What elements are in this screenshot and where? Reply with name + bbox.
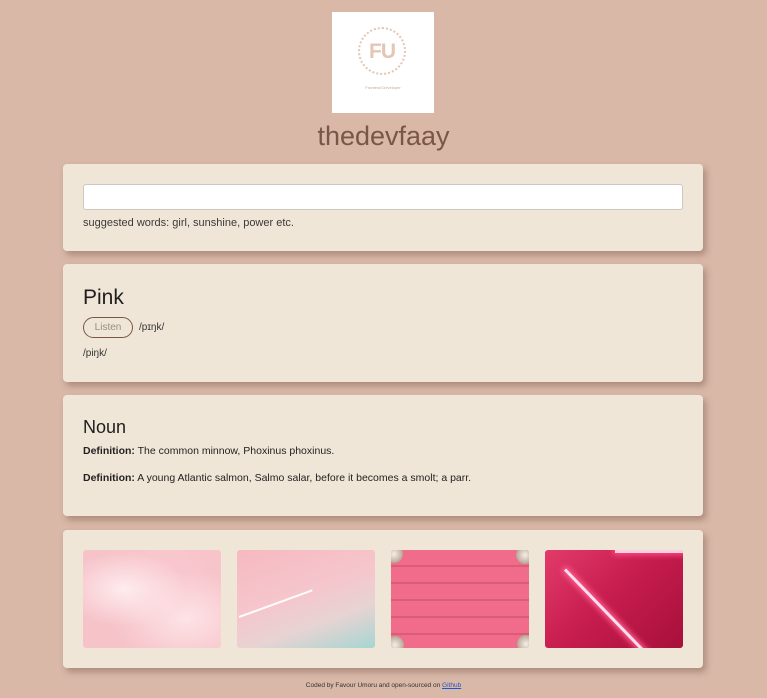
site-title: thedevfaay: [317, 121, 450, 151]
logo: FU Frontend Developer: [332, 12, 434, 113]
definition-label: Definition:: [83, 472, 135, 484]
definition-item: Definition: A young Atlantic salmon, Sal…: [83, 472, 471, 484]
definition-item: Definition: The common minnow, Phoxinus …: [83, 445, 334, 457]
logo-badge-icon: FU: [358, 27, 406, 75]
image-pink-neon[interactable]: [545, 550, 683, 648]
image-pink-sky-plane[interactable]: [237, 550, 375, 648]
image-pink-clouds[interactable]: [83, 550, 221, 648]
definition-text: A young Atlantic salmon, Salmo salar, be…: [137, 472, 472, 484]
logo-subtitle: Frontend Developer: [365, 85, 401, 90]
search-input[interactable]: [83, 184, 683, 210]
word-title: Pink: [83, 286, 124, 309]
image-pink-planks-flowers[interactable]: [391, 550, 529, 648]
word-card: Pink Listen /pɪŋk/ /piŋk/: [63, 264, 703, 382]
images-card: [63, 530, 703, 668]
footer: Coded by Favour Umoru and open-sourced o…: [0, 682, 767, 689]
definition-text: The common minnow, Phoxinus phoxinus.: [137, 445, 335, 457]
phonetic-text: /piŋk/: [83, 348, 107, 359]
search-suggestions: suggested words: girl, sunshine, power e…: [83, 217, 294, 229]
plane-trail: [238, 589, 313, 618]
github-link[interactable]: Github: [442, 682, 461, 689]
listen-button[interactable]: Listen: [83, 317, 133, 338]
phonetic-inline: /pɪŋk/: [139, 322, 165, 333]
logo-mark: FU: [369, 39, 396, 63]
meaning-card: Noun Definition: The common minnow, Phox…: [63, 395, 703, 516]
definition-label: Definition:: [83, 445, 135, 457]
flower-decoration: [391, 636, 404, 648]
neon-light: [563, 568, 683, 648]
neon-light: [615, 550, 683, 553]
flower-decoration: [391, 550, 403, 563]
flower-decoration: [516, 550, 529, 564]
part-of-speech: Noun: [83, 417, 127, 437]
search-card: suggested words: girl, sunshine, power e…: [63, 164, 703, 251]
flower-decoration: [517, 635, 529, 648]
footer-text: Coded by Favour Umoru and open-sourced o…: [305, 682, 441, 689]
